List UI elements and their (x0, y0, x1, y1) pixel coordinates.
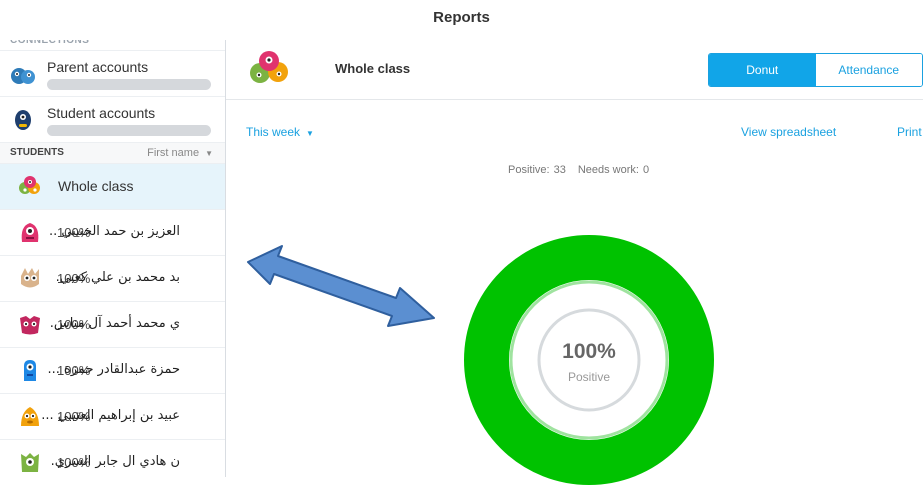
student-name: العزيز بن حمد الخنيني .. (48, 224, 180, 239)
brown-monster-avatar-icon (21, 268, 39, 288)
student-row[interactable]: 100% بد محمد بن علي كعبي. (0, 256, 225, 302)
student-name: ن هادي ال جابر السري. (50, 454, 180, 469)
donut-label: Positive (567, 370, 611, 384)
view-spreadsheet-link[interactable]: View spreadsheet (741, 125, 836, 139)
positive-count: 33 (553, 164, 566, 176)
tab-attendance[interactable]: Attendance (815, 54, 922, 86)
print-link[interactable]: Print (897, 125, 922, 139)
students-header-label: STUDENTS (10, 147, 64, 158)
class-header: Whole class Donut Attendance (226, 40, 923, 100)
date-range-dropdown[interactable]: This week ▼ (246, 125, 314, 139)
magenta-monster-avatar-icon (20, 316, 40, 335)
needs-work-label: Needs work: (577, 164, 639, 176)
view-toggle: Donut Attendance (708, 53, 923, 87)
sidebar: CONNECTIONS Parent accounts Student acco… (0, 40, 226, 477)
chevron-down-icon: ▼ (205, 149, 213, 158)
student-row[interactable]: 100% عبيد بن إبراهيم العتيبي ... (0, 394, 225, 440)
student-accounts-label: Student accounts (47, 105, 156, 121)
pink-monster-avatar-icon (21, 223, 39, 242)
student-row[interactable]: 100% ي محمد أحمد آل مناس. (0, 302, 225, 348)
positive-label: Positive: (508, 164, 550, 176)
student-accounts-progress (47, 125, 211, 136)
points-summary: Positive: 33 Needs work: 0 (508, 164, 653, 176)
sort-dropdown[interactable]: First name ▼ (147, 143, 213, 164)
whole-class-item[interactable]: Whole class (0, 164, 225, 210)
parent-accounts-label: Parent accounts (47, 59, 149, 75)
donut-chart: 100% Positive (464, 235, 714, 485)
donut-percentage: 100% (562, 340, 616, 363)
class-monsters-icon (250, 51, 288, 83)
students-header: STUDENTS First name ▼ (0, 143, 225, 164)
orange-monster-avatar-icon (21, 407, 39, 426)
green-monster-avatar-icon (21, 453, 39, 472)
student-accounts-item[interactable]: Student accounts (0, 97, 225, 143)
chevron-down-icon: ▼ (306, 129, 314, 138)
class-title: Whole class (335, 61, 411, 76)
student-name: بد محمد بن علي كعبي. (55, 270, 180, 285)
blue-monster-avatar-icon (24, 360, 36, 381)
sort-label: First name (147, 147, 200, 159)
student-row[interactable]: 100% العزيز بن حمد الخنيني .. (0, 210, 225, 256)
page-title: Reports (433, 9, 490, 26)
tab-donut[interactable]: Donut (709, 54, 816, 86)
parent-accounts-progress (47, 79, 211, 90)
student-name: عبيد بن إبراهيم العتيبي ... (41, 408, 180, 423)
parent-monster-icon (11, 68, 35, 84)
student-name: حمزة عبدالقادر حمزة ... (47, 362, 180, 377)
whole-class-label: Whole class (58, 178, 134, 194)
student-row[interactable]: 100% حمزة عبدالقادر حمزة ... (0, 348, 225, 394)
needs-work-count: 0 (642, 164, 650, 176)
student-monster-icon (15, 110, 31, 130)
class-monsters-icon (19, 176, 40, 194)
connections-section-header: CONNECTIONS (0, 40, 225, 51)
student-name: ي محمد أحمد آل مناس. (49, 316, 180, 331)
parent-accounts-item[interactable]: Parent accounts (0, 51, 225, 97)
date-range-label: This week (246, 125, 301, 139)
double-arrow-annotation (247, 245, 435, 327)
student-row[interactable]: 100% ن هادي ال جابر السري. (0, 440, 225, 477)
